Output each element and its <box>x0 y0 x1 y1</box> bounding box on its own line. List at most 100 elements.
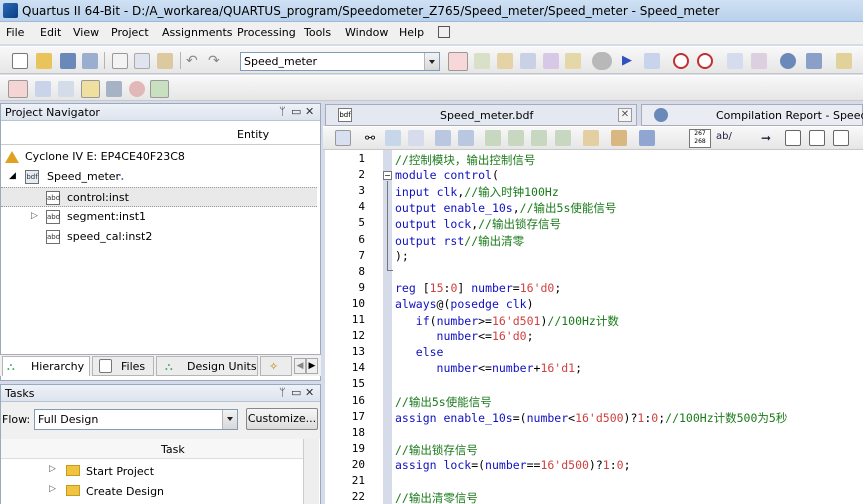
copy-icon[interactable] <box>134 53 150 69</box>
new-file-icon[interactable] <box>12 53 28 69</box>
replace-icon[interactable] <box>385 130 401 146</box>
save-all-icon[interactable] <box>82 53 98 69</box>
expanded-arrow-icon[interactable]: ◢ <box>9 171 16 181</box>
assignment-editor-icon[interactable] <box>520 53 536 69</box>
paste-icon[interactable] <box>157 53 173 69</box>
start-compilation-icon[interactable]: ▶ <box>622 53 638 69</box>
goto-line-icon[interactable] <box>408 130 424 146</box>
close-icon[interactable]: ✕ <box>305 105 314 118</box>
pin-icon[interactable]: ᛘ <box>279 105 286 118</box>
restore-icon[interactable]: ▭ <box>291 386 301 399</box>
signaltap-icon[interactable] <box>806 53 822 69</box>
editor-settings-icon[interactable] <box>335 130 351 146</box>
indent-icon[interactable] <box>435 130 451 146</box>
chip-planner-icon[interactable] <box>565 53 581 69</box>
next-bookmark-icon[interactable] <box>508 130 524 146</box>
bookmark-icon[interactable] <box>485 130 501 146</box>
analysis-icon[interactable] <box>644 53 660 69</box>
close-icon[interactable]: ✕ <box>305 386 314 399</box>
collapsed-arrow-icon[interactable]: ▷ <box>49 484 56 494</box>
tab-speed-meter-bdf[interactable]: bdf Speed_meter.bdf ✕ <box>325 104 637 126</box>
list-icon[interactable] <box>785 130 801 146</box>
pin-editor-icon[interactable] <box>583 130 599 146</box>
close-tab-icon[interactable]: ✕ <box>618 108 632 122</box>
cut-icon[interactable] <box>112 53 128 69</box>
entity-combo[interactable]: Speed_meter <box>240 52 440 71</box>
pin-icon[interactable]: ᛘ <box>279 386 286 399</box>
flow-combo[interactable]: Full Design <box>34 409 238 430</box>
tree-item-segment[interactable]: ▷ abd segment:inst1 <box>1 207 317 227</box>
collapsed-arrow-icon[interactable]: ▷ <box>49 464 56 474</box>
top-entity-row[interactable]: ◢ bdf Speed_meter ⛬ <box>1 167 317 187</box>
tab-compilation-report[interactable]: Compilation Report - Speed_m <box>641 104 863 126</box>
scroll-left-icon[interactable]: ◀ <box>294 358 306 374</box>
menu-window[interactable]: Window <box>345 26 388 39</box>
menu-tools[interactable]: Tools <box>304 26 331 39</box>
task-scrollbar[interactable] <box>303 439 319 504</box>
rtl-viewer-icon[interactable] <box>727 53 743 69</box>
timequest-icon[interactable] <box>697 53 713 69</box>
tab-hierarchy[interactable]: ⛬ Hierarchy <box>2 356 90 376</box>
pencil-icon[interactable] <box>497 53 513 69</box>
refresh-icon[interactable] <box>129 81 145 97</box>
save-icon[interactable] <box>60 53 76 69</box>
line-count-badge[interactable]: 267 268 <box>689 129 711 148</box>
menu-assignments[interactable]: Assignments <box>162 26 233 39</box>
menu-edit[interactable]: Edit <box>40 26 61 39</box>
open-folder-icon[interactable] <box>36 53 52 69</box>
timing-analyzer-icon[interactable] <box>673 53 689 69</box>
title-bar: Quartus II 64-Bit - D:/A_workarea/QUARTU… <box>0 0 863 22</box>
navigator-toggle-icon[interactable] <box>81 80 100 98</box>
tab-more[interactable]: ✧ <box>260 356 292 376</box>
settings-icon[interactable] <box>543 53 559 69</box>
clear-bookmarks-icon[interactable] <box>555 130 571 146</box>
unindent-icon[interactable] <box>458 130 474 146</box>
device-row[interactable]: Cyclone IV E: EP4CE40F23C8 <box>1 147 317 167</box>
redo-icon[interactable]: ↷ <box>208 53 224 69</box>
tree-item-control[interactable]: abd control:inst <box>1 187 317 207</box>
comment-icon[interactable] <box>639 130 655 146</box>
tab-design-units[interactable]: ⛬ Design Units <box>156 356 258 376</box>
wrap-icon[interactable] <box>809 130 825 146</box>
task-column-header[interactable]: Task <box>1 439 303 459</box>
programmer-icon[interactable] <box>780 53 796 69</box>
tree-item-speed-cal[interactable]: abd speed_cal:inst2 <box>1 227 317 247</box>
format-icon[interactable] <box>833 130 849 146</box>
stop-icon[interactable] <box>592 52 612 70</box>
help-bubble-icon[interactable] <box>438 26 450 38</box>
chevron-down-icon[interactable] <box>222 410 237 429</box>
scroll-right-icon[interactable]: ▶ <box>306 358 318 374</box>
template-icon[interactable] <box>611 130 627 146</box>
check-icon[interactable] <box>150 80 169 98</box>
autocomplete-label[interactable]: ab/ <box>716 131 732 142</box>
entity-column-header[interactable]: Entity <box>1 124 320 145</box>
undo-icon[interactable]: ↶ <box>186 53 202 69</box>
menu-project[interactable]: Project <box>111 26 149 39</box>
pin-icon[interactable] <box>35 81 51 97</box>
menu-view[interactable]: View <box>73 26 99 39</box>
arrow-right-icon[interactable]: ➞ <box>761 130 777 146</box>
simulator-icon[interactable] <box>751 53 767 69</box>
customize-button[interactable]: Customize... <box>246 408 318 430</box>
collapsed-arrow-icon[interactable]: ▷ <box>31 211 38 221</box>
chevron-down-icon[interactable] <box>424 53 439 70</box>
table-icon[interactable] <box>106 81 122 97</box>
menu-help[interactable]: Help <box>399 26 424 39</box>
task-item-start-project[interactable]: ▷ Start Project <box>1 461 303 481</box>
menu-processing[interactable]: Processing <box>237 26 296 39</box>
line-number: 11 <box>351 313 365 326</box>
edit-icon[interactable] <box>58 81 74 97</box>
compilation-dashboard-icon[interactable] <box>448 52 468 71</box>
line-number: 13 <box>351 345 365 359</box>
task-item-create-design[interactable]: ▷ Create Design <box>1 481 303 501</box>
binoculars-icon[interactable]: ⚯ <box>365 130 381 146</box>
tab-files[interactable]: Files <box>92 356 154 376</box>
megawizard-icon[interactable] <box>836 53 852 69</box>
restore-icon[interactable]: ▭ <box>291 105 301 118</box>
fold-collapse-icon[interactable]: − <box>383 171 392 180</box>
dashboard-icon[interactable] <box>8 80 28 98</box>
prev-bookmark-icon[interactable] <box>531 130 547 146</box>
pin-planner-icon[interactable] <box>474 53 490 69</box>
menu-file[interactable]: File <box>6 26 24 39</box>
code-editor[interactable]: //控制模块，输出控制信号 module control(input clk,//… <box>394 150 863 504</box>
